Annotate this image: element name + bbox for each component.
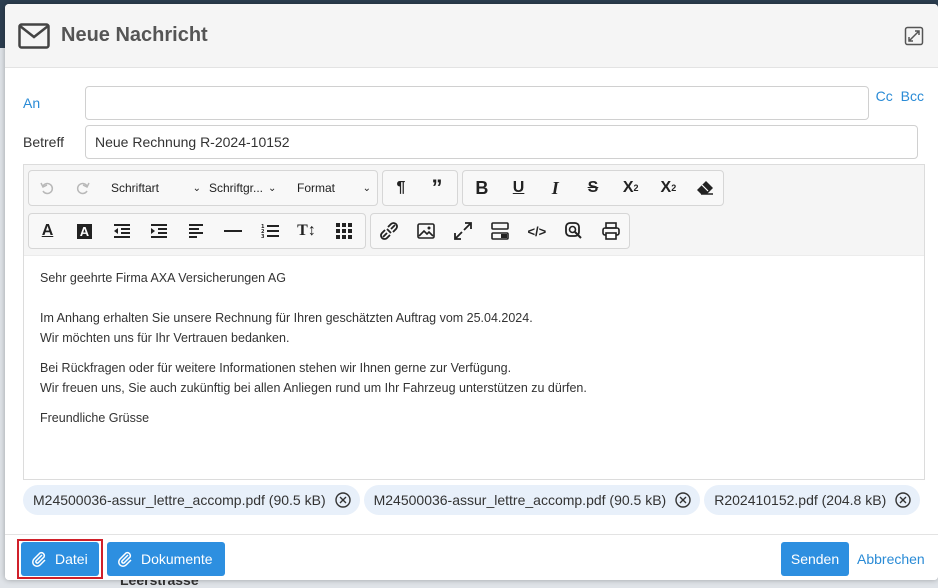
focus-highlight [17,539,103,579]
highlight-color-icon[interactable]: A [66,214,103,248]
toolbar-group-paragraph: ¶ ” [382,170,458,206]
attachment-name: R202410152.pdf (204.8 kB) [714,492,887,508]
paperclip-icon [117,551,133,567]
template-block-icon[interactable] [482,214,519,248]
toolbar-group-text-style: B U I S X2 X2 [462,170,724,206]
indent-icon[interactable] [140,214,177,248]
subject-row: Betreff Neue Rechnung R-2024-10152 [23,125,918,159]
format-dropdown[interactable]: Format ⌄ [291,171,375,205]
body-closing: Freundliche Grüsse [40,411,150,425]
toolbar-group-colors-lists: A A 123 T↕ [28,213,366,249]
cc-link[interactable]: Cc [876,88,893,104]
dialog-header: Neue Nachricht [5,4,938,68]
italic-button[interactable]: I [536,171,574,205]
underline-button[interactable]: U [501,171,537,205]
table-icon[interactable] [325,214,362,248]
subject-input[interactable]: Neue Rechnung R-2024-10152 [85,125,918,159]
cancel-link[interactable]: Abbrechen [857,551,925,567]
cc-bcc-links: Cc Bcc [872,88,924,104]
blockquote-icon[interactable]: ” [419,171,455,205]
font-family-label: Schriftart [111,181,160,195]
horizontal-rule-icon[interactable] [214,214,251,248]
font-family-dropdown[interactable]: Schriftart ⌄ [101,171,205,205]
fullscreen-icon[interactable] [445,214,482,248]
subscript-icon[interactable]: X2 [612,171,650,205]
toolbar-group-history-font: Schriftart ⌄ Schriftgr... ⌄ Format ⌄ [28,170,378,206]
dialog-title: Neue Nachricht [61,24,208,46]
documents-label: Dokumente [141,551,213,567]
font-color-icon[interactable]: A [29,214,66,248]
redo-icon[interactable] [65,171,101,205]
strikethrough-button[interactable]: S [574,171,612,205]
chevron-down-icon: ⌄ [268,182,277,194]
toolbar-group-insert: </> [370,213,630,249]
attachment-list: M24500036-assur_lettre_accomp.pdf (90.5 … [23,485,921,515]
editor-toolbar: Schriftart ⌄ Schriftgr... ⌄ Format ⌄ ¶ ” B … [24,165,924,256]
unlink-icon[interactable] [371,214,408,248]
superscript-icon[interactable]: X2 [650,171,688,205]
attachment-chip: R202410152.pdf (204.8 kB) [704,485,921,515]
remove-attachment-icon[interactable] [894,491,912,509]
remove-attachment-icon[interactable] [674,491,692,509]
body-line: Im Anhang erhalten Sie unsere Rechnung f… [40,311,533,325]
print-icon[interactable] [592,214,629,248]
chevron-down-icon: ⌄ [362,182,371,194]
new-message-dialog: Neue Nachricht An Cc Bcc Betreff Neue Re… [5,4,938,580]
to-row: An [23,86,869,120]
attachment-chip: M24500036-assur_lettre_accomp.pdf (90.5 … [23,485,360,515]
to-label[interactable]: An [23,95,85,111]
align-left-icon[interactable] [177,214,214,248]
undo-icon[interactable] [29,171,65,205]
image-icon[interactable] [408,214,445,248]
attachment-chip: M24500036-assur_lettre_accomp.pdf (90.5 … [363,485,701,515]
chevron-down-icon: ⌄ [192,182,201,194]
paragraph-icon[interactable]: ¶ [383,171,419,205]
body-line: Wir möchten uns für Ihr Vertrauen bedank… [40,331,290,345]
eraser-icon[interactable] [687,171,723,205]
dialog-footer: Datei Dokumente Senden Abbrechen [5,534,938,580]
attachment-name: M24500036-assur_lettre_accomp.pdf (90.5 … [33,492,326,508]
line-height-icon[interactable]: T↕ [288,214,325,248]
message-editor: Schriftart ⌄ Schriftgr... ⌄ Format ⌄ ¶ ” B … [23,164,925,480]
envelope-icon [17,21,51,51]
preview-search-icon[interactable] [555,214,592,248]
font-size-label: Schriftgr... [209,181,264,195]
send-button[interactable]: Senden [781,542,849,576]
remove-attachment-icon[interactable] [334,491,352,509]
subject-label: Betreff [23,134,64,150]
body-greeting: Sehr geehrte Firma AXA Versicherungen AG [40,271,286,285]
bold-button[interactable]: B [463,171,501,205]
svg-text:3: 3 [261,234,265,239]
outdent-icon[interactable] [103,214,140,248]
code-view-icon[interactable]: </> [518,214,555,248]
bcc-link[interactable]: Bcc [901,88,924,104]
editor-content[interactable]: Sehr geehrte Firma AXA Versicherungen AG… [24,256,924,450]
maximize-icon[interactable] [904,26,924,46]
body-line: Bei Rückfragen oder für weitere Informat… [40,361,512,375]
body-line: Wir freuen uns, Sie auch zukünftig bei a… [40,381,587,395]
font-size-dropdown[interactable]: Schriftgr... ⌄ [205,171,291,205]
documents-button[interactable]: Dokumente [107,542,225,576]
to-input[interactable] [85,86,869,120]
ordered-list-icon[interactable]: 123 [251,214,288,248]
attachment-name: M24500036-assur_lettre_accomp.pdf (90.5 … [373,492,667,508]
format-label: Format [297,181,336,195]
